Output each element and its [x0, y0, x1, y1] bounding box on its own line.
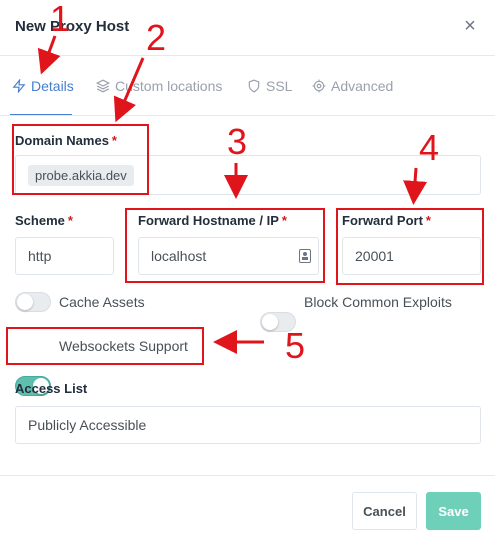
annotation-arrows: [37, 35, 428, 354]
